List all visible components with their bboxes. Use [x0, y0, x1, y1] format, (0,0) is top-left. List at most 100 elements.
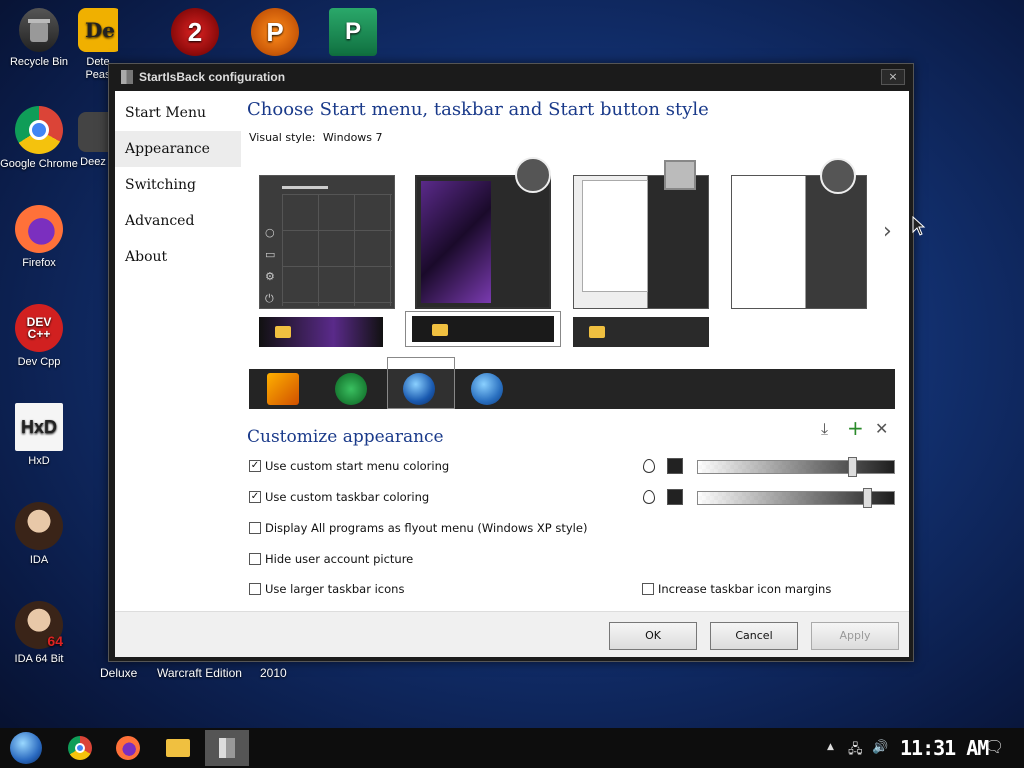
- visual-style-row: Visual style: Windows 7: [249, 131, 383, 144]
- taskbar-preview-3[interactable]: [573, 317, 709, 347]
- visual-style-label: Visual style:: [249, 131, 316, 144]
- desktop-icon-top-3[interactable]: 2: [160, 8, 230, 60]
- desktop-icon-label: HxD: [28, 455, 50, 467]
- desktop-icon-firefox[interactable]: Firefox: [0, 205, 78, 270]
- network-icon[interactable]: 🖧: [848, 740, 863, 762]
- style-thumbnail-vista[interactable]: [573, 160, 709, 309]
- desktop-icon-label: IDA 64 Bit: [14, 653, 64, 665]
- next-styles-arrow[interactable]: ›: [883, 219, 892, 244]
- option-custom-start-coloring[interactable]: ✓ Use custom start menu coloring: [249, 459, 449, 473]
- desktop-icon-top-4[interactable]: P: [240, 8, 310, 60]
- desktop-icon-top-5[interactable]: P: [318, 8, 388, 60]
- option-hide-user-picture[interactable]: Hide user account picture: [249, 552, 413, 566]
- desktop-icon-label: Deez: [80, 156, 106, 168]
- nav-item-advanced[interactable]: Advanced: [115, 203, 241, 239]
- opacity-slider-taskbar[interactable]: [697, 488, 895, 508]
- visual-style-value: Windows 7: [322, 131, 383, 144]
- folder-icon: [166, 739, 190, 757]
- taskbar-preview-1[interactable]: [259, 317, 383, 347]
- option-custom-taskbar-coloring[interactable]: ✓ Use custom taskbar coloring: [249, 490, 429, 504]
- user-icon: ○: [265, 226, 275, 239]
- firefox-icon: [116, 736, 140, 760]
- checkbox-display-all[interactable]: [249, 522, 261, 534]
- remove-icon[interactable]: ✕: [875, 419, 888, 438]
- ida64-icon: 64: [15, 601, 63, 649]
- taskbar-preview-2[interactable]: [405, 311, 561, 347]
- nav-item-switching[interactable]: Switching: [115, 167, 241, 203]
- taskbar-file-explorer[interactable]: [156, 730, 200, 766]
- desktop-icon-dev-cpp[interactable]: DEV C++ Dev Cpp: [0, 304, 78, 369]
- color-swatch-start[interactable]: [667, 458, 683, 474]
- app-icon: 2: [171, 8, 219, 56]
- folder-icon: [589, 326, 605, 338]
- volume-icon[interactable]: 🔊: [872, 740, 888, 755]
- option-label: Hide user account picture: [265, 552, 414, 566]
- option-icon-margins[interactable]: Increase taskbar icon margins: [642, 582, 831, 596]
- option-label: Use custom start menu coloring: [265, 459, 450, 473]
- cancel-button[interactable]: Cancel: [710, 622, 798, 650]
- style-thumbnail-metro[interactable]: ○ ▭ ⚙ ⏻: [259, 175, 395, 309]
- color-swatch-taskbar[interactable]: [667, 489, 683, 505]
- devcpp-icon: DEV C++: [15, 304, 63, 352]
- tray-overflow-icon[interactable]: ▲: [827, 742, 834, 752]
- desktop-icon-col2-2[interactable]: Deez: [78, 112, 108, 169]
- option-display-all-programs[interactable]: Display All programs as flyout menu (Win…: [249, 521, 587, 535]
- gear-icon: ⚙: [265, 270, 275, 283]
- nav-item-about[interactable]: About: [115, 239, 241, 275]
- taskbar-clock[interactable]: 11:31 AM: [900, 736, 989, 760]
- start-button-strip: [249, 357, 895, 409]
- option-larger-taskbar-icons[interactable]: Use larger taskbar icons: [249, 582, 404, 596]
- taskbar-chrome[interactable]: [58, 730, 102, 766]
- checkbox-custom-start[interactable]: ✓: [249, 460, 261, 472]
- action-center-icon[interactable]: 🗨: [984, 737, 1004, 756]
- app-icon: P: [329, 8, 377, 56]
- style-thumbnail-windows7[interactable]: [415, 157, 551, 309]
- desktop-label-deluxe: Deluxe: [100, 666, 138, 680]
- desktop-icon-ida[interactable]: IDA: [0, 502, 78, 567]
- checkbox-hide-user[interactable]: [249, 553, 261, 565]
- desktop-icon-recycle-bin[interactable]: Recycle Bin: [0, 8, 78, 69]
- recycle-bin-icon: [19, 8, 59, 52]
- style-thumbnail-xp[interactable]: [731, 158, 867, 309]
- checkbox-custom-taskbar[interactable]: ✓: [249, 491, 261, 503]
- app-icon: [121, 70, 133, 84]
- ok-button[interactable]: OK: [609, 622, 697, 650]
- folder-icon: [275, 326, 291, 338]
- desktop-icon-ida-64[interactable]: 64 IDA 64 Bit: [0, 601, 78, 666]
- desktop-icon-label: Dev Cpp: [17, 356, 61, 368]
- checkbox-larger-icons[interactable]: [249, 583, 261, 595]
- slider-thumb[interactable]: [848, 457, 858, 477]
- start-orb-3[interactable]: [403, 373, 435, 405]
- option-label: Use larger taskbar icons: [265, 582, 405, 596]
- taskbar-startisback[interactable]: [205, 730, 249, 766]
- dialog-titlebar[interactable]: StartIsBack configuration: [109, 64, 913, 90]
- app-icon: P: [251, 8, 299, 56]
- app-icon: [78, 112, 108, 152]
- desktop-icon-label: Recycle Bin: [9, 56, 69, 68]
- nav-item-start-menu[interactable]: Start Menu: [115, 95, 241, 131]
- slider-thumb[interactable]: [863, 488, 873, 508]
- user-avatar-icon: [664, 160, 696, 190]
- apply-button[interactable]: Apply: [811, 622, 899, 650]
- opacity-drop-icon: [643, 490, 655, 504]
- user-avatar-icon: [515, 157, 551, 193]
- start-orb-4[interactable]: [471, 373, 503, 405]
- desktop-icon-google-chrome[interactable]: Google Chrome: [0, 106, 78, 171]
- checkbox-icon-margins[interactable]: [642, 583, 654, 595]
- app-icon: De: [78, 8, 118, 52]
- hxd-icon: HxD: [15, 403, 63, 451]
- power-icon: ⏻: [265, 292, 274, 305]
- dialog-title: StartIsBack configuration: [139, 70, 286, 84]
- download-icon[interactable]: ⤓: [821, 419, 828, 439]
- close-button[interactable]: ×: [881, 69, 905, 85]
- desktop-label-warcraft: Warcraft Edition: [157, 666, 242, 680]
- opacity-slider-start[interactable]: [697, 457, 895, 477]
- add-icon[interactable]: +: [847, 416, 864, 440]
- start-orb-1[interactable]: [267, 373, 299, 405]
- taskbar-firefox[interactable]: [106, 730, 150, 766]
- start-orb-2[interactable]: [335, 373, 367, 405]
- desktop-icon-hxd[interactable]: HxD HxD: [0, 403, 78, 468]
- nav-item-appearance[interactable]: Appearance: [115, 131, 241, 167]
- start-button[interactable]: [4, 730, 48, 766]
- startisback-dialog: StartIsBack configuration × Start Menu A…: [108, 63, 914, 662]
